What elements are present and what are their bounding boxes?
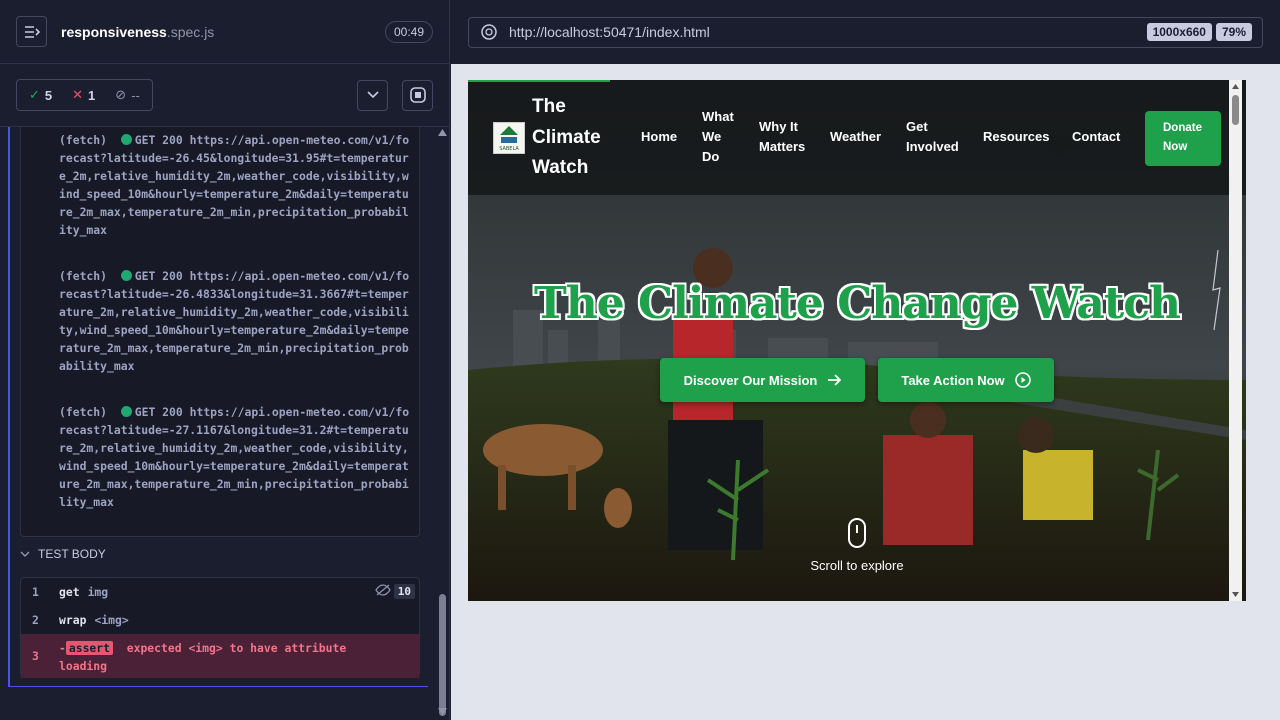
status-dot-icon — [120, 134, 132, 145]
aut-iframe: SABELA The Climate Watch Home What We Do… — [468, 80, 1246, 601]
scroll-down-icon — [1232, 592, 1239, 597]
command-number: 3 — [32, 649, 39, 663]
svg-text:SABELA: SABELA — [499, 146, 519, 152]
scroll-up-icon — [438, 129, 447, 136]
status-dot-icon — [120, 406, 132, 417]
site-title[interactable]: The Climate Watch — [532, 92, 622, 184]
command-number: 2 — [32, 613, 39, 627]
log-entry[interactable]: (fetch) GET 200 https://api.open-meteo.c… — [59, 403, 415, 511]
chevron-down-icon — [20, 551, 30, 557]
eye-slash-icon — [375, 584, 391, 599]
logo-emblem-icon: SABELA — [499, 126, 519, 152]
cypress-reporter-panel: responsiveness.spec.js 00:49 ✓ 5 ✕ 1 ⊘ -- (… — [0, 0, 450, 720]
scroll-down-icon — [438, 708, 447, 715]
nav-what-we-do[interactable]: What We Do — [702, 107, 742, 167]
nav-why-it-matters[interactable]: Why It Matters — [759, 117, 817, 157]
nav-resources[interactable]: Resources — [983, 127, 1049, 147]
command-name: get — [59, 585, 80, 599]
log-method: GET 200 — [134, 133, 183, 147]
log-method: GET 200 — [134, 405, 183, 419]
discover-mission-button[interactable]: Discover Our Mission — [660, 358, 865, 402]
status-dot-icon — [120, 270, 132, 281]
command-arg: <img> — [94, 613, 129, 627]
scroll-hint: Scroll to explore — [810, 558, 904, 573]
pending-number: -- — [131, 87, 140, 103]
hero-title: The Climate Change Watch — [534, 278, 1181, 329]
pending-icon: ⊘ — [115, 87, 127, 102]
expand-button[interactable] — [357, 79, 388, 111]
spec-header: responsiveness.spec.js 00:49 — [0, 0, 449, 64]
arrow-right-icon — [828, 374, 842, 386]
spec-extension: .spec.js — [166, 23, 215, 40]
network-log: (fetch) GET 200 https://api.open-meteo.c… — [20, 127, 420, 537]
spec-filename: responsiveness.spec.js — [61, 24, 214, 40]
play-circle-icon — [1014, 372, 1031, 388]
stop-icon — [409, 87, 426, 103]
duration-badge: 00:49 — [384, 20, 433, 43]
stats-row: ✓ 5 ✕ 1 ⊘ -- — [0, 64, 449, 127]
failed-number: 1 — [88, 87, 96, 103]
site-navbar: SABELA The Climate Watch Home What We Do… — [468, 80, 1246, 196]
log-url: https://api.open-meteo.com/v1/forecast?l… — [59, 269, 410, 373]
passed-number: 5 — [44, 87, 53, 103]
donate-button[interactable]: Donate Now — [1145, 111, 1221, 166]
scroll-progress-bar — [468, 80, 610, 82]
command-list: 1 get img 10 2 wrap <img> 3 - assert expect… — [20, 577, 420, 678]
globe-icon — [481, 24, 497, 40]
log-entry[interactable]: (fetch) GET 200 https://api.open-meteo.c… — [59, 131, 415, 239]
command-number: 1 — [32, 585, 39, 599]
discover-mission-label: Discover Our Mission — [683, 372, 818, 388]
test-body-label: TEST BODY — [38, 547, 106, 561]
log-url: https://api.open-meteo.com/v1/forecast?l… — [59, 405, 410, 509]
command-row[interactable]: 1 get img 10 — [21, 578, 419, 606]
test-stats: ✓ 5 ✕ 1 ⊘ -- — [16, 79, 153, 111]
x-icon: ✕ — [72, 87, 84, 102]
aut-scrollbar[interactable] — [1229, 80, 1242, 601]
command-name: wrap — [59, 613, 87, 627]
url-text: http://localhost:50471/index.html — [509, 24, 710, 40]
scroll-up-icon — [1232, 84, 1239, 89]
command-arg: img — [87, 585, 109, 599]
toggle-specs-button[interactable] — [16, 16, 47, 47]
url-bar[interactable]: http://localhost:50471/index.html 1000x6… — [468, 16, 1263, 48]
spec-name-text: responsiveness — [61, 23, 167, 40]
scrollbar-thumb[interactable] — [1232, 95, 1239, 125]
command-log: (fetch) GET 200 https://api.open-meteo.c… — [8, 127, 428, 687]
log-tag: (fetch) — [59, 133, 108, 147]
failed-count: ✕ 1 — [72, 87, 95, 103]
viewport-badge: 1000x660 — [1146, 23, 1212, 41]
test-body-header[interactable]: TEST BODY — [20, 547, 106, 561]
log-tag: (fetch) — [59, 405, 108, 419]
element-count-badge: 10 — [393, 584, 415, 599]
pending-count: ⊘ -- — [115, 87, 140, 103]
app-under-test-panel: http://localhost:50471/index.html 1000x6… — [451, 0, 1280, 720]
log-tag: (fetch) — [59, 269, 108, 283]
assert-badge: assert — [65, 641, 114, 655]
url-strip: http://localhost:50471/index.html 1000x6… — [451, 0, 1280, 64]
nav-home[interactable]: Home — [641, 127, 677, 147]
mouse-scroll-icon — [848, 518, 866, 548]
nav-get-involved[interactable]: Get Involved — [906, 117, 966, 157]
log-method: GET 200 — [134, 269, 183, 283]
nav-contact[interactable]: Contact — [1072, 127, 1120, 147]
site-logo[interactable]: SABELA — [493, 122, 525, 154]
log-entry[interactable]: (fetch) GET 200 https://api.open-meteo.c… — [59, 267, 415, 375]
passed-count: ✓ 5 — [29, 87, 52, 103]
nav-weather[interactable]: Weather — [830, 127, 881, 147]
command-row[interactable]: 2 wrap <img> — [21, 606, 419, 634]
take-action-button[interactable]: Take Action Now — [878, 358, 1054, 402]
command-row-failed[interactable]: 3 - assert expected <img> to have attribu… — [21, 634, 419, 678]
chevron-down-icon — [366, 91, 379, 99]
log-url: https://api.open-meteo.com/v1/forecast?l… — [59, 133, 410, 237]
check-icon: ✓ — [29, 87, 40, 102]
take-action-label: Take Action Now — [901, 372, 1005, 388]
zoom-badge: 79% — [1215, 23, 1252, 41]
reporter-scrollbar[interactable] — [437, 127, 449, 720]
scrollbar-thumb[interactable] — [439, 594, 446, 716]
menu-collapse-icon — [24, 25, 40, 38]
stop-button[interactable] — [402, 79, 433, 111]
